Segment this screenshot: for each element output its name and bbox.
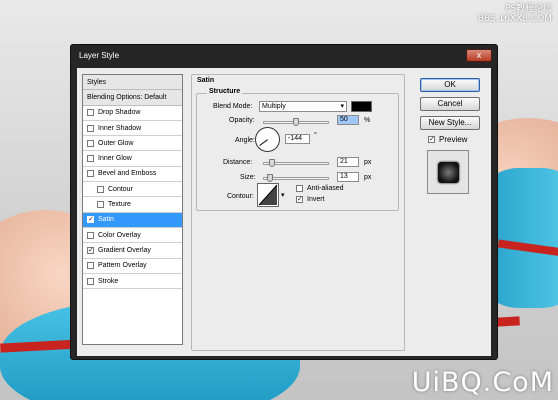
distance-unit: px bbox=[364, 159, 372, 166]
ok-button[interactable]: OK bbox=[420, 78, 480, 92]
watermark-bottom: UiBQ.CoM bbox=[411, 367, 554, 398]
angle-dial[interactable] bbox=[255, 127, 280, 152]
styles-item-label: Pattern Overlay bbox=[98, 262, 147, 270]
watermark-top: PS教程论坛 BBS.16XX8.COM bbox=[478, 4, 552, 24]
new-style-button[interactable]: New Style... bbox=[420, 116, 480, 130]
styles-item-checkbox[interactable] bbox=[87, 262, 94, 270]
invert-checkbox[interactable]: Invert bbox=[296, 196, 325, 203]
angle-label: Angle: bbox=[235, 137, 255, 144]
styles-item-blending-options-default[interactable]: Blending Options: Default bbox=[83, 90, 182, 106]
angle-needle bbox=[259, 139, 268, 146]
styles-item-checkbox[interactable] bbox=[87, 170, 94, 178]
chevron-down-icon: ▾ bbox=[340, 103, 344, 110]
styles-item-label: Stroke bbox=[98, 277, 119, 285]
cancel-button[interactable]: Cancel bbox=[420, 97, 480, 111]
contour-curve-icon bbox=[258, 184, 278, 206]
styles-item-label: Blending Options: Default bbox=[87, 93, 167, 101]
styles-item-label: Gradient Overlay bbox=[98, 246, 151, 254]
preview-box[interactable] bbox=[428, 136, 435, 143]
size-label: Size: bbox=[240, 174, 256, 181]
distance-slider[interactable] bbox=[263, 159, 329, 167]
opacity-slider[interactable] bbox=[263, 118, 329, 126]
antialiased-label: Anti-aliased bbox=[307, 185, 344, 192]
watermark-line: PS教程论坛 bbox=[504, 4, 552, 14]
styles-item-label: Drop Shadow bbox=[98, 109, 141, 117]
invert-box[interactable] bbox=[296, 196, 303, 203]
preview-checkbox[interactable]: Preview bbox=[428, 135, 467, 144]
style-preview bbox=[427, 150, 469, 194]
styles-item-checkbox[interactable] bbox=[97, 201, 104, 209]
styles-item-label: Bevel and Emboss bbox=[98, 170, 157, 178]
styles-item-label: Inner Glow bbox=[98, 155, 132, 163]
blend-mode-label: Blend Mode: bbox=[213, 103, 253, 110]
styles-item-checkbox[interactable] bbox=[87, 124, 94, 132]
size-slider-thumb[interactable] bbox=[267, 174, 273, 182]
styles-item-color-overlay[interactable]: Color Overlay bbox=[83, 228, 182, 244]
styles-item-drop-shadow[interactable]: Drop Shadow bbox=[83, 106, 182, 121]
styles-item-label: Outer Glow bbox=[98, 139, 134, 147]
distance-slider-thumb[interactable] bbox=[269, 159, 275, 167]
styles-item-label: Texture bbox=[108, 201, 131, 209]
styles-item-satin[interactable]: Satin bbox=[83, 212, 182, 228]
opacity-slider-thumb[interactable] bbox=[293, 118, 299, 126]
structure-title: Structure bbox=[207, 88, 243, 95]
styles-item-inner-shadow[interactable]: Inner Shadow bbox=[83, 121, 182, 137]
size-slider[interactable] bbox=[263, 174, 329, 182]
size-input[interactable]: 13 bbox=[337, 172, 359, 182]
styles-list: Styles Blending Options: Default Drop Shad… bbox=[82, 74, 183, 345]
angle-input[interactable]: -144 bbox=[285, 134, 310, 144]
styles-item-inner-glow[interactable]: Inner Glow bbox=[83, 151, 182, 167]
preview-swatch bbox=[438, 162, 459, 183]
contour-preview[interactable] bbox=[257, 183, 279, 207]
styles-item-checkbox[interactable] bbox=[87, 109, 94, 117]
watermark-line: BBS.16XX8.COM bbox=[477, 14, 552, 24]
styles-item-label: Contour bbox=[108, 185, 133, 193]
dialog-client: Styles Blending Options: Default Drop Shad… bbox=[77, 68, 491, 356]
layer-style-dialog: Layer Style x Styles Blending Options: De… bbox=[70, 44, 498, 360]
styles-item-styles[interactable]: Styles bbox=[83, 75, 182, 91]
styles-item-stroke[interactable]: Stroke bbox=[83, 274, 182, 290]
styles-item-gradient-overlay[interactable]: Gradient Overlay bbox=[83, 243, 182, 259]
contour-label: Contour: bbox=[227, 193, 254, 200]
blend-mode-select[interactable]: Multiply ▾ bbox=[259, 101, 347, 112]
styles-item-checkbox[interactable] bbox=[87, 155, 94, 163]
blend-mode-value: Multiply bbox=[262, 103, 286, 110]
styles-item-checkbox[interactable] bbox=[87, 246, 94, 254]
angle-unit: ° bbox=[314, 132, 317, 139]
styles-item-checkbox[interactable] bbox=[87, 139, 94, 147]
styles-item-pattern-overlay[interactable]: Pattern Overlay bbox=[83, 259, 182, 274]
styles-item-label: Inner Shadow bbox=[98, 124, 142, 132]
opacity-input[interactable]: 50 bbox=[337, 115, 359, 125]
styles-item-checkbox[interactable] bbox=[87, 216, 94, 224]
opacity-unit: % bbox=[364, 117, 371, 124]
antialiased-checkbox[interactable]: Anti-aliased bbox=[296, 185, 344, 192]
distance-input[interactable]: 21 bbox=[337, 157, 359, 167]
styles-item-checkbox[interactable] bbox=[87, 277, 94, 285]
styles-item-label: Styles bbox=[87, 78, 107, 86]
chevron-down-icon[interactable]: ▾ bbox=[281, 191, 285, 199]
invert-label: Invert bbox=[307, 196, 325, 203]
blend-color-swatch[interactable] bbox=[351, 101, 372, 112]
distance-label: Distance: bbox=[223, 159, 253, 166]
antialiased-box[interactable] bbox=[296, 185, 303, 192]
styles-item-checkbox[interactable] bbox=[87, 231, 94, 239]
styles-item-texture[interactable]: Texture bbox=[83, 197, 182, 213]
styles-item-label: Color Overlay bbox=[98, 231, 141, 239]
styles-item-label: Satin bbox=[98, 216, 114, 224]
satin-title: Satin bbox=[197, 77, 215, 84]
dialog-title: Layer Style bbox=[79, 51, 120, 60]
styles-item-contour[interactable]: Contour bbox=[83, 182, 182, 198]
styles-item-bevel-and-emboss[interactable]: Bevel and Emboss bbox=[83, 167, 182, 183]
styles-item-checkbox[interactable] bbox=[97, 185, 104, 193]
opacity-label: Opacity: bbox=[229, 117, 255, 124]
preview-label: Preview bbox=[439, 135, 468, 144]
styles-item-outer-glow[interactable]: Outer Glow bbox=[83, 136, 182, 152]
close-button[interactable]: x bbox=[466, 49, 492, 62]
size-unit: px bbox=[364, 174, 372, 181]
